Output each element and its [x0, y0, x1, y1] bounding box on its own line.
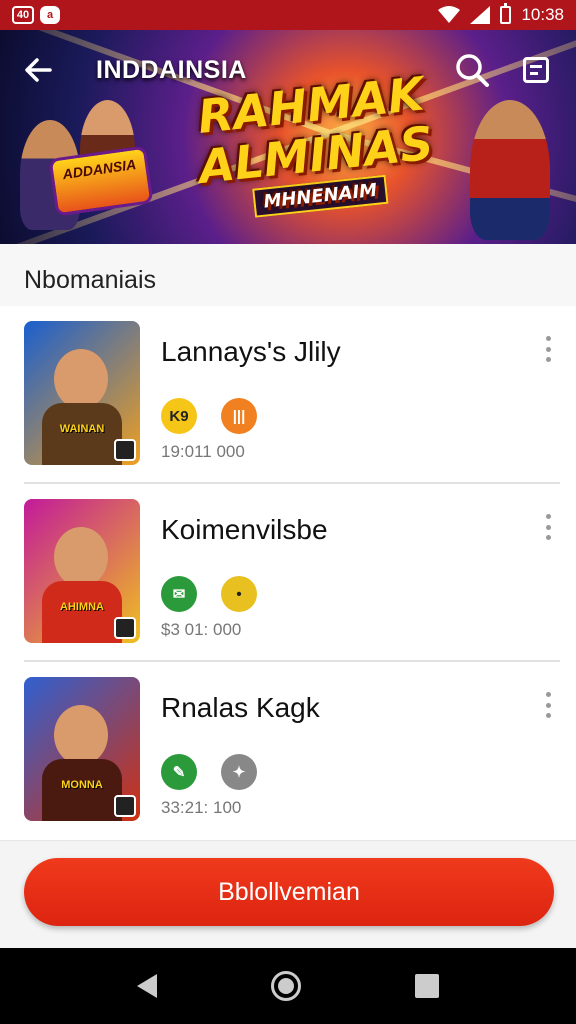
- item-title: Rnalas Kagk: [161, 692, 320, 723]
- signal-icon: [470, 6, 491, 24]
- item-thumbnail: MONNA: [24, 677, 140, 821]
- list-item[interactable]: WAINAN Lannays's Jlily K9 ||| 19:011 000: [24, 306, 560, 484]
- item-badges: ✉ •: [161, 576, 257, 612]
- item-list: WAINAN Lannays's Jlily K9 ||| 19:011 000…: [0, 306, 576, 840]
- item-badges: K9 |||: [161, 398, 257, 434]
- section-title: Nbomaniais: [24, 266, 157, 294]
- thumbnail-label: AHIMNA: [60, 601, 104, 613]
- chat-badge-icon: ✉: [161, 576, 197, 612]
- k9-badge-icon: K9: [161, 398, 197, 434]
- thumbnail-label: WAINAN: [59, 423, 105, 435]
- item-title: Lannays's Jlily: [161, 336, 341, 367]
- list-item[interactable]: AHIMNA Koimenvilsbe ✉ • $3 01: 000: [24, 484, 560, 662]
- more-options-button[interactable]: [536, 512, 560, 542]
- list-item[interactable]: MONNA Rnalas Kagk ✎ ✦ 33:21: 100: [24, 662, 560, 840]
- more-options-button[interactable]: [536, 334, 560, 364]
- section-header: Nbomaniais: [0, 244, 576, 306]
- battery-icon: [500, 3, 512, 24]
- back-arrow-icon: [25, 58, 52, 82]
- nav-home-icon[interactable]: [271, 971, 301, 1001]
- hero-character-right: [470, 100, 550, 240]
- item-thumbnail: AHIMNA: [24, 499, 140, 643]
- piano-badge-icon: |||: [221, 398, 257, 434]
- item-thumbnail: WAINAN: [24, 321, 140, 465]
- thumbnail-corner-icon: [114, 795, 136, 817]
- speech-badge-icon: •: [221, 576, 257, 612]
- menu-button[interactable]: [514, 48, 558, 92]
- item-meta: 33:21: 100: [161, 798, 242, 817]
- wifi-icon: [438, 6, 461, 23]
- leaf-badge-icon: ✎: [161, 754, 197, 790]
- page-title: INDDAINSIA: [96, 55, 247, 84]
- item-title: Koimenvilsbe: [161, 514, 328, 545]
- menu-icon: [523, 57, 549, 83]
- thumbnail-corner-icon: [114, 617, 136, 639]
- nav-back-icon[interactable]: [137, 974, 157, 998]
- search-button[interactable]: [450, 48, 494, 92]
- primary-action-button[interactable]: Bblollvemian: [24, 858, 554, 926]
- bottom-action-area: Bblollvemian: [0, 840, 576, 948]
- item-meta: $3 01: 000: [161, 620, 242, 639]
- back-button[interactable]: [16, 48, 60, 92]
- status-bar: 40 a 10:38: [0, 0, 576, 30]
- hero-banner: ADDANSIA RAHMAK ALMINAS MHNENAIM INDDAIN…: [0, 30, 576, 244]
- thumbnail-label: MONNA: [61, 779, 103, 791]
- item-badges: ✎ ✦: [161, 754, 257, 790]
- status-right-icons: 10:38: [438, 3, 564, 25]
- status-left-icons: 40 a: [12, 6, 60, 24]
- item-meta: 19:011 000: [161, 442, 245, 461]
- nav-recents-icon[interactable]: [415, 974, 439, 998]
- system-nav-bar: [0, 948, 576, 1024]
- app-notification-icon: a: [40, 6, 60, 24]
- calendar-icon: 40: [12, 6, 34, 24]
- search-icon: [456, 54, 489, 87]
- more-options-button[interactable]: [536, 690, 560, 720]
- tool-badge-icon: ✦: [221, 754, 257, 790]
- status-time: 10:38: [521, 5, 564, 24]
- thumbnail-corner-icon: [114, 439, 136, 461]
